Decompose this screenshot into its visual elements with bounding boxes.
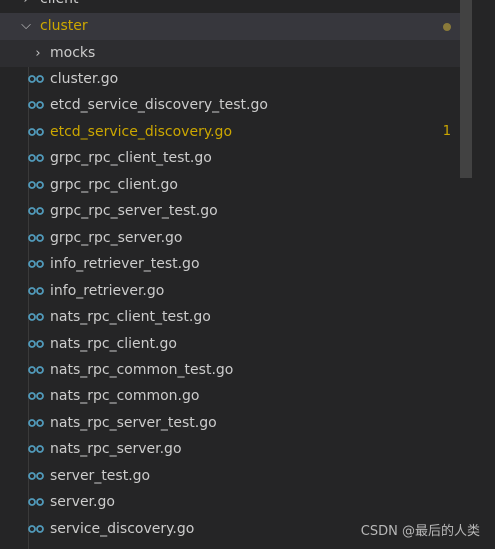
go-file-icon: [28, 524, 44, 533]
go-file-icon: [28, 471, 44, 480]
tree-file-item[interactable]: etcd_service_discovery.go 1: [0, 119, 460, 145]
file-label: etcd_service_discovery.go: [50, 123, 233, 140]
tree-file-item[interactable]: nats_rpc_common_test.go: [0, 357, 460, 383]
tree-file-item[interactable]: grpc_rpc_server.go: [0, 225, 460, 251]
folder-label: cluster: [40, 18, 88, 34]
go-file-icon: [28, 75, 44, 83]
tree-file-item[interactable]: info_retriever.go: [0, 278, 460, 304]
go-file-icon: [28, 286, 44, 295]
tree-file-item[interactable]: server.go: [0, 489, 460, 515]
file-label: info_retriever_test.go: [50, 256, 200, 273]
tree-file-item[interactable]: nats_rpc_server.go: [0, 436, 460, 462]
go-file-icon: [28, 366, 44, 374]
tree-file-item[interactable]: info_retriever_test.go: [0, 251, 460, 277]
file-label: nats_rpc_server.go: [50, 441, 182, 458]
go-file-icon: [28, 101, 44, 110]
tree-folder-cluster[interactable]: ⌵ cluster: [0, 13, 460, 40]
file-label: nats_rpc_common.go: [50, 388, 200, 405]
watermark: CSDN @最后的人类: [360, 524, 480, 539]
go-file-icon: [28, 233, 44, 242]
file-label: grpc_rpc_server.go: [50, 229, 183, 246]
go-file-icon: [28, 180, 44, 189]
file-label: grpc_rpc_client.go: [50, 176, 178, 193]
file-label: nats_rpc_common_test.go: [50, 361, 234, 378]
file-label: server_test.go: [50, 467, 151, 484]
go-file-icon: [28, 339, 44, 348]
tree-file-item[interactable]: grpc_rpc_server_test.go: [0, 198, 460, 224]
go-file-icon: [28, 445, 44, 454]
tree-file-item[interactable]: grpc_rpc_client_test.go: [0, 145, 460, 171]
modified-dot-icon: [443, 23, 451, 31]
go-file-icon: [28, 313, 44, 321]
go-file-icon: [28, 392, 44, 401]
tree-file-item[interactable]: nats_rpc_common.go: [0, 383, 460, 409]
file-label: grpc_rpc_client_test.go: [50, 150, 212, 167]
file-label: etcd_service_discovery_test.go: [50, 97, 268, 114]
tree-file-item[interactable]: nats_rpc_server_test.go: [0, 410, 460, 436]
chevron-right-icon: ›: [35, 46, 41, 61]
problem-count-badge: 1: [442, 123, 451, 139]
file-label: grpc_rpc_server_test.go: [50, 203, 218, 220]
file-label: server.go: [50, 494, 115, 511]
tree-file-item[interactable]: nats_rpc_client.go: [0, 331, 460, 357]
go-file-icon: [28, 154, 44, 163]
file-label: nats_rpc_client_test.go: [50, 309, 211, 326]
tree-file-item[interactable]: nats_rpc_client_test.go: [0, 304, 460, 330]
tree-file-item[interactable]: cluster.go: [0, 66, 460, 92]
file-label: nats_rpc_client.go: [50, 335, 177, 352]
tree-folder-client[interactable]: › client: [0, 0, 460, 13]
file-explorer: › client ⌵ cluster › mocks cluster.go etc…: [0, 0, 495, 549]
tree-file-item[interactable]: etcd_service_discovery_test.go: [0, 92, 460, 118]
file-label: cluster.go: [50, 71, 119, 87]
file-label: service_discovery.go: [50, 520, 195, 537]
go-file-icon: [28, 498, 44, 507]
scrollbar-thumb[interactable]: [460, 0, 472, 178]
tree-file-item[interactable]: server_test.go: [0, 463, 460, 489]
go-file-icon: [28, 127, 44, 136]
tree-file-item[interactable]: grpc_rpc_client.go: [0, 172, 460, 198]
tree-folder-mocks[interactable]: › mocks: [0, 40, 460, 67]
folder-label: client: [40, 0, 78, 13]
chevron-down-icon: ⌵: [21, 18, 31, 33]
go-file-icon: [28, 260, 44, 269]
go-file-icon: [28, 207, 44, 216]
file-label: info_retriever.go: [50, 282, 165, 299]
file-label: nats_rpc_server_test.go: [50, 414, 217, 431]
folder-label: mocks: [50, 45, 96, 61]
go-file-icon: [28, 418, 44, 427]
